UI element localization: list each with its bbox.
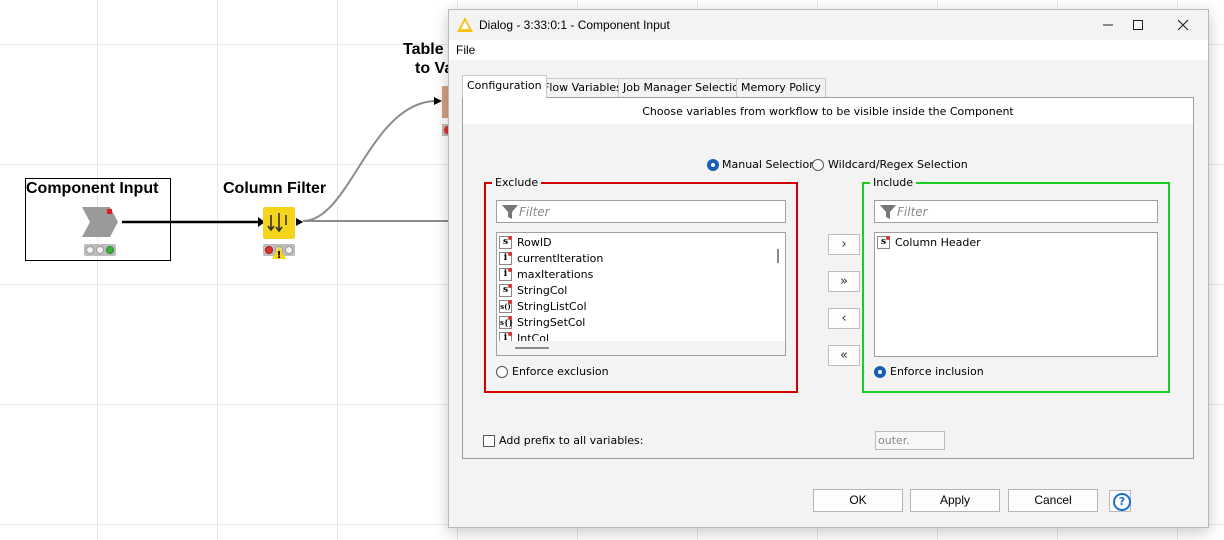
panel-description: Choose variables from workflow to be vis…	[642, 105, 1014, 118]
remove-button[interactable]: ‹	[828, 308, 860, 329]
column-filter-title[interactable]: Column Filter	[223, 180, 326, 198]
string-type-icon: s	[499, 235, 512, 249]
list-item[interactable]: s RowID	[499, 234, 552, 250]
integer-type-icon: i	[499, 251, 512, 265]
include-group: Include Filter s Column Header Enforce i…	[862, 176, 1170, 393]
enforce-inclusion-label[interactable]: Enforce inclusion	[890, 365, 984, 378]
include-filter-input[interactable]: Filter	[874, 200, 1158, 223]
exclude-filter-input[interactable]: Filter	[496, 200, 786, 223]
apply-button[interactable]: Apply	[910, 489, 1000, 512]
add-all-button[interactable]: »	[828, 271, 860, 292]
status-light-green	[106, 246, 114, 254]
filter-icon	[880, 205, 896, 219]
tab-memory-policy[interactable]: Memory Policy	[736, 78, 826, 97]
tab-flow-variables[interactable]: Flow Variables	[538, 78, 627, 97]
horizontal-scrollbar-thumb[interactable]	[515, 347, 549, 349]
component-input-dialog: Dialog - 3:33:0:1 - Component Input File…	[448, 9, 1209, 528]
string-type-icon: s	[877, 235, 890, 249]
component-input-icon[interactable]	[80, 205, 122, 239]
column-filter-icon[interactable]	[263, 207, 295, 239]
description-area: Choose variables from workflow to be vis…	[463, 98, 1193, 124]
enforce-exclusion-label[interactable]: Enforce exclusion	[512, 365, 609, 378]
integer-type-icon: i	[499, 267, 512, 281]
list-item[interactable]: i currentIteration	[499, 250, 603, 266]
string-list-type-icon: s()	[499, 299, 512, 313]
tab-job-manager-selection[interactable]: Job Manager Selection	[618, 78, 751, 97]
configuration-panel: Choose variables from workflow to be vis…	[462, 97, 1194, 459]
string-set-type-icon: s{}	[499, 315, 513, 329]
manual-selection-label[interactable]: Manual Selection	[722, 158, 816, 171]
vertical-scrollbar-thumb[interactable]	[777, 249, 779, 263]
maximize-icon	[1133, 20, 1143, 30]
dialog-titlebar[interactable]: Dialog - 3:33:0:1 - Component Input	[449, 10, 1208, 40]
cancel-button[interactable]: Cancel	[1008, 489, 1098, 512]
add-prefix-label[interactable]: Add prefix to all variables:	[499, 434, 643, 447]
filter-icon	[502, 205, 518, 219]
enforce-inclusion-radio[interactable]	[874, 366, 886, 378]
status-light-red	[86, 246, 94, 254]
prefix-input[interactable]: outer.	[875, 431, 945, 450]
list-item[interactable]: s() StringListCol	[499, 298, 587, 314]
list-item[interactable]: s StringCol	[499, 282, 567, 298]
wildcard-selection-label[interactable]: Wildcard/Regex Selection	[828, 158, 968, 171]
include-list[interactable]: s Column Header	[874, 232, 1158, 357]
dialog-menubar: File	[449, 40, 1208, 60]
table-to-variable-title-line1[interactable]: Table (	[403, 41, 453, 59]
help-button[interactable]: ?	[1109, 490, 1131, 512]
add-button[interactable]: ›	[828, 234, 860, 255]
component-input-title[interactable]: Component Input	[26, 180, 158, 198]
close-button[interactable]	[1166, 14, 1200, 36]
minimize-button[interactable]	[1091, 14, 1125, 36]
menu-file[interactable]: File	[456, 43, 475, 57]
exclude-list[interactable]: s RowID i currentIteration i maxIteratio…	[496, 232, 786, 356]
exclude-group: Exclude Filter s RowID i currentIteratio…	[484, 176, 798, 393]
minimize-icon	[1103, 24, 1113, 26]
add-prefix-checkbox[interactable]	[483, 435, 495, 447]
remove-all-button[interactable]: «	[828, 345, 860, 366]
tab-configuration[interactable]: Configuration	[462, 75, 547, 98]
exclude-filter-placeholder: Filter	[519, 205, 550, 219]
manual-selection-radio[interactable]	[707, 159, 719, 171]
table-input-port	[434, 97, 442, 105]
status-light-yellow	[96, 246, 104, 254]
maximize-button[interactable]	[1121, 14, 1155, 36]
list-item[interactable]: s Column Header	[877, 234, 981, 250]
status-light-green	[285, 246, 293, 254]
close-icon	[1177, 19, 1189, 31]
connection-filter-to-table	[302, 100, 437, 222]
exclude-horizontal-scrollbar[interactable]	[497, 341, 785, 355]
warning-icon: !	[272, 246, 286, 259]
include-filter-placeholder: Filter	[897, 205, 928, 219]
wildcard-selection-radio[interactable]	[812, 159, 824, 171]
filter-output-port	[296, 218, 303, 226]
component-input-status-lights	[84, 244, 116, 256]
list-item[interactable]: i maxIterations	[499, 266, 593, 282]
dialog-title: Dialog - 3:33:0:1 - Component Input	[479, 18, 670, 32]
string-type-icon: s	[499, 283, 512, 297]
help-icon: ?	[1113, 493, 1131, 511]
include-legend: Include	[870, 176, 917, 190]
exclude-legend: Exclude	[492, 176, 542, 190]
knime-warning-icon	[457, 17, 473, 32]
enforce-exclusion-radio[interactable]	[496, 366, 508, 378]
svg-text:!: !	[277, 250, 282, 259]
list-item[interactable]: s{} StringSetCol	[499, 314, 585, 330]
ok-button[interactable]: OK	[813, 489, 903, 512]
